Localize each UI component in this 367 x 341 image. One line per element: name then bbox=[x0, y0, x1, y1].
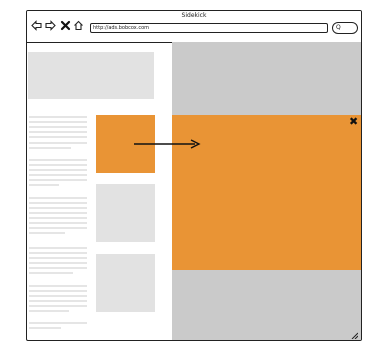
page-content: ✖ bbox=[27, 42, 361, 340]
close-icon[interactable]: ✖ bbox=[349, 116, 358, 127]
resize-handle-icon[interactable] bbox=[350, 331, 358, 339]
search-icon: Q bbox=[336, 24, 341, 31]
thumbnail[interactable] bbox=[96, 254, 155, 312]
search-button[interactable]: Q bbox=[332, 22, 358, 34]
window-title: Sidekick bbox=[181, 12, 207, 19]
forward-arrow-icon[interactable] bbox=[45, 20, 56, 31]
header-image-placeholder bbox=[28, 52, 154, 99]
back-arrow-icon[interactable] bbox=[31, 20, 42, 31]
home-icon[interactable] bbox=[73, 20, 84, 31]
expand-arrow-icon bbox=[134, 139, 201, 149]
thumbnail[interactable] bbox=[96, 184, 155, 242]
address-bar[interactable]: http://ads.bobcox.com bbox=[90, 23, 328, 33]
stop-icon[interactable] bbox=[60, 20, 71, 31]
browser-window: Sidekick http://ads.bobcox.com Q ✖ bbox=[26, 10, 362, 341]
browser-toolbar: Sidekick http://ads.bobcox.com Q bbox=[27, 11, 361, 43]
